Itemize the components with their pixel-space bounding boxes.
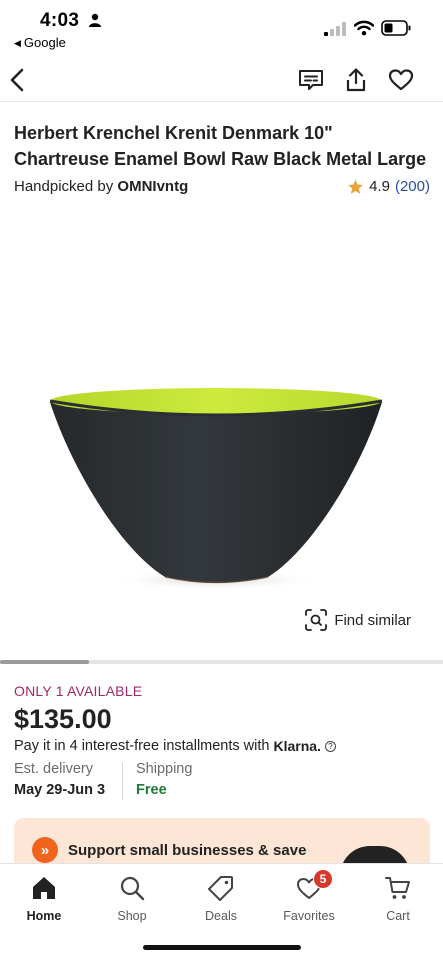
- back-app-label: Google: [23, 35, 66, 50]
- delivery-value: May 29-Jun 3: [14, 782, 106, 798]
- review-count-link[interactable]: (200): [395, 178, 430, 195]
- estimated-delivery: Est. delivery May 29-Jun 3: [14, 761, 124, 798]
- back-button[interactable]: [4, 66, 32, 94]
- chevron-left-icon: [10, 68, 24, 92]
- rating-value: 4.9: [369, 178, 390, 195]
- tab-favorites-label: Favorites: [283, 909, 335, 923]
- installments-text: Pay it in 4 interest-free installments w…: [14, 738, 270, 754]
- share-icon: [346, 68, 366, 92]
- bowl-image: [49, 388, 383, 590]
- back-to-app-link[interactable]: ◀ Google: [14, 35, 66, 50]
- tab-deals-label: Deals: [205, 909, 237, 923]
- double-chevron-right-icon: »: [32, 837, 58, 863]
- delivery-label: Est. delivery: [14, 761, 93, 777]
- tab-home-label: Home: [26, 909, 62, 923]
- home-indicator: [143, 945, 301, 950]
- message-icon: [299, 70, 323, 90]
- shipping-value: Free: [136, 782, 167, 798]
- installments-info[interactable]: Pay it in 4 interest-free installments w…: [14, 738, 336, 754]
- handpicked-by[interactable]: Handpicked by OMNIvntg: [14, 178, 188, 195]
- find-similar-label: Find similar: [334, 611, 411, 629]
- tag-icon: [208, 876, 233, 901]
- back-triangle-icon: ◀: [14, 38, 21, 48]
- favorite-button[interactable]: [387, 66, 415, 94]
- cart-icon: [385, 877, 410, 899]
- battery-icon: [381, 20, 411, 36]
- tab-shop-label: Shop: [117, 909, 147, 923]
- tab-cart[interactable]: Cart: [363, 874, 433, 923]
- delivery-divider: [122, 762, 123, 800]
- image-carousel-progress: [0, 660, 443, 664]
- person-icon: [89, 13, 101, 27]
- status-time: 4:03: [40, 10, 80, 31]
- navigation-bar: [0, 58, 443, 102]
- product-image[interactable]: Find similar: [0, 205, 443, 660]
- shop-rating[interactable]: 4.9 (200): [347, 178, 430, 195]
- cellular-signal-icon: [324, 22, 346, 36]
- search-icon: [120, 876, 145, 901]
- favorites-count-badge: 5: [313, 869, 333, 889]
- share-button[interactable]: [342, 66, 370, 94]
- visual-search-icon: [305, 609, 328, 631]
- tab-shop[interactable]: Shop: [97, 874, 167, 923]
- handpicked-prefix: Handpicked by: [14, 178, 114, 195]
- home-icon: [33, 877, 55, 899]
- tab-favorites[interactable]: 5 Favorites: [274, 869, 344, 923]
- shop-name-link[interactable]: OMNIvntg: [117, 178, 188, 195]
- price: $135.00: [14, 704, 112, 734]
- seller-row: Handpicked by OMNIvntg 4.9 (200): [14, 178, 430, 198]
- heart-icon: [388, 69, 414, 91]
- tab-home[interactable]: Home: [9, 874, 79, 923]
- tab-deals[interactable]: Deals: [186, 874, 256, 923]
- availability-notice: ONLY 1 AVAILABLE: [14, 683, 143, 699]
- wifi-icon: [354, 20, 374, 36]
- question-mark-icon[interactable]: ?: [324, 740, 336, 752]
- find-similar-button[interactable]: Find similar: [305, 609, 411, 631]
- listing-title: Herbert Krenchel Krenit Denmark 10" Char…: [14, 123, 427, 169]
- shipping-info: Shipping Free: [136, 761, 192, 798]
- message-seller-button[interactable]: [297, 66, 325, 94]
- image-carousel-progress-thumb: [0, 660, 89, 664]
- klarna-logo: Klarna.: [273, 738, 321, 754]
- promo-text: Support small businesses & save: [68, 842, 307, 859]
- tab-cart-label: Cart: [386, 909, 410, 923]
- status-bar: 4:03 ◀ Google: [0, 0, 443, 56]
- star-icon: [348, 179, 363, 194]
- shipping-label: Shipping: [136, 761, 193, 777]
